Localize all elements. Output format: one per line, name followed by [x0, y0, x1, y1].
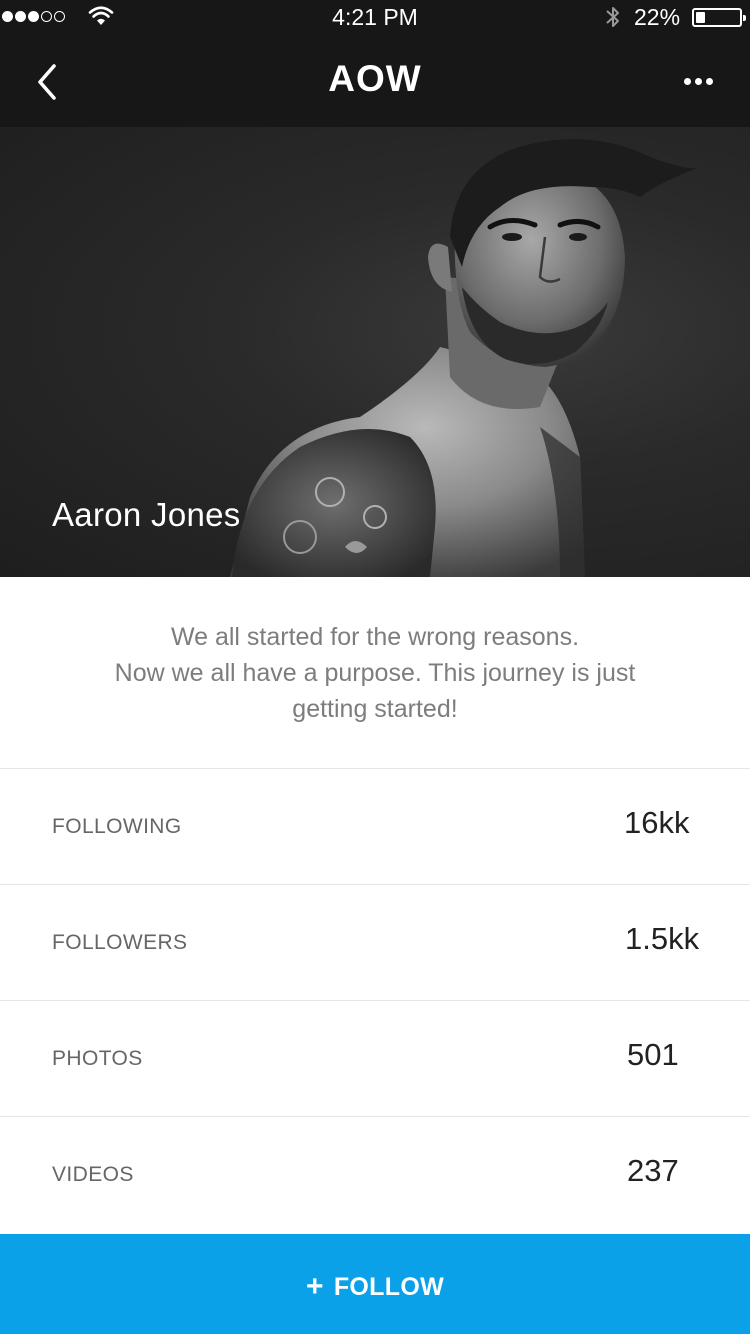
- follow-button[interactable]: + FOLLOW: [0, 1234, 750, 1334]
- plus-icon: +: [306, 1270, 324, 1303]
- status-bar: 4:21 PM 22%: [0, 0, 750, 36]
- bio-line: getting started!: [292, 695, 458, 723]
- battery-percent: 22%: [634, 4, 681, 30]
- stat-label: VIDEOS: [52, 1163, 134, 1186]
- stat-label: PHOTOS: [52, 1047, 143, 1070]
- bio-line: We all started for the wrong reasons.: [170, 623, 580, 651]
- follow-label: FOLLOW: [333, 1273, 444, 1301]
- bio-line: Now we all have a purpose. This journey …: [114, 659, 636, 687]
- stat-value: 16kk: [624, 805, 690, 840]
- battery-icon: [692, 8, 746, 27]
- nav-bar: AOW: [0, 36, 750, 127]
- profile-name: Aaron Jones: [52, 496, 241, 533]
- profile-cover-photo: Aaron Jones: [0, 127, 750, 577]
- more-horizontal-icon[interactable]: [676, 66, 720, 96]
- stat-row-photos[interactable]: PHOTOS 501: [0, 1001, 750, 1117]
- bluetooth-icon: [606, 7, 619, 27]
- stat-row-following[interactable]: FOLLOWING 16kk: [0, 769, 750, 885]
- stat-label: FOLLOWERS: [52, 931, 188, 954]
- nav-title: AOW: [328, 58, 422, 99]
- stat-value: 1.5kk: [625, 921, 700, 956]
- stat-row-followers[interactable]: FOLLOWERS 1.5kk: [0, 885, 750, 1001]
- stat-value: 237: [627, 1153, 679, 1188]
- stat-label: FOLLOWING: [52, 815, 182, 838]
- stat-row-videos[interactable]: VIDEOS 237: [0, 1117, 750, 1233]
- profile-bio: We all started for the wrong reasons. No…: [0, 577, 750, 769]
- stat-value: 501: [627, 1037, 679, 1072]
